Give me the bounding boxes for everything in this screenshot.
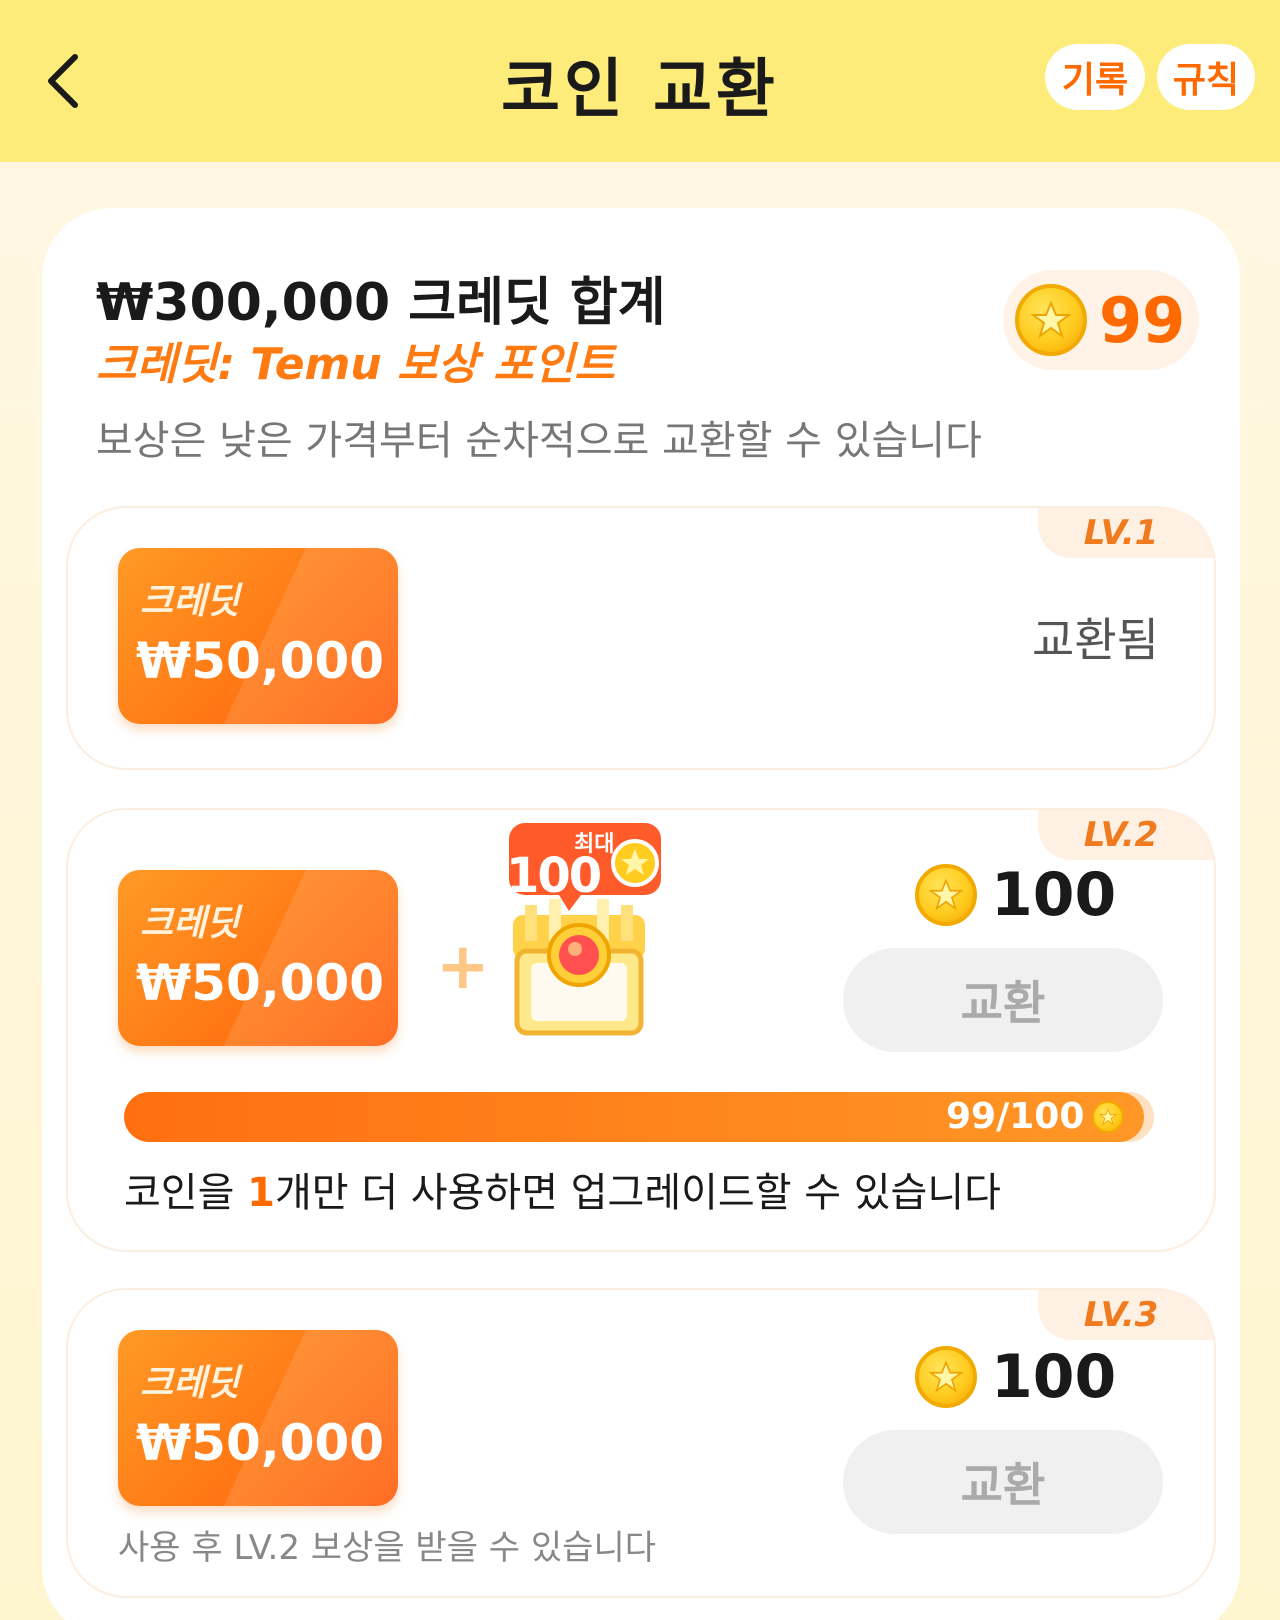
coin-price: 100: [915, 860, 1116, 930]
ticket-amount: ₩50,000: [136, 632, 385, 690]
bonus-amount: 100: [506, 848, 602, 904]
exchange-order-notice: 보상은 낮은 가격부터 순차적으로 교환할 수 있습니다: [96, 418, 982, 464]
exchange-button[interactable]: 교환: [843, 948, 1163, 1052]
upgrade-hint-count: 1: [247, 1170, 275, 1216]
credit-ticket: 크레딧 ₩50,000: [118, 548, 398, 724]
coin-icon: [1015, 284, 1087, 356]
upgrade-hint: 코인을 1개만 더 사용하면 업그레이드할 수 있습니다: [124, 1160, 1001, 1218]
ticket-label: 크레딧: [140, 1363, 240, 1404]
progress-value: 99/100: [946, 1096, 1085, 1137]
credit-subtitle: 크레딧: Temu 보상 포인트: [96, 339, 615, 390]
upgrade-hint-suffix: 개만 더 사용하면 업그레이드할 수 있습니다: [274, 1170, 1001, 1216]
level-tag: LV.2: [1038, 810, 1214, 860]
coin-price-value: 100: [991, 860, 1117, 930]
coin-icon: [1092, 1100, 1125, 1133]
coin-price-value: 100: [991, 1342, 1117, 1412]
plus-icon: +: [436, 930, 490, 1004]
exchange-button[interactable]: 교환: [843, 1430, 1163, 1534]
unlock-note: 사용 후 LV.2 보상을 받을 수 있습니다: [118, 1528, 657, 1568]
ticket-label: 크레딧: [140, 903, 240, 944]
coin-price: 100: [915, 1342, 1116, 1412]
level-tag: LV.1: [1038, 508, 1214, 558]
top-bar: 코인 교환 기록 규칙: [0, 0, 1280, 162]
credit-ticket: 크레딧 ₩50,000: [118, 870, 398, 1046]
coin-icon: [915, 864, 977, 926]
coin-icon: [915, 1346, 977, 1408]
record-button[interactable]: 기록: [1045, 44, 1145, 110]
exchanged-status: 교환됨: [1032, 613, 1159, 667]
level-tag: LV.3: [1038, 1290, 1214, 1340]
ticket-label: 크레딧: [140, 581, 240, 622]
ticket-amount: ₩50,000: [136, 954, 385, 1012]
rules-button[interactable]: 규칙: [1157, 44, 1255, 110]
ticket-amount: ₩50,000: [136, 1414, 385, 1472]
upgrade-hint-prefix: 코인을: [124, 1170, 248, 1216]
total-credit-title: ₩300,000 크레딧 합계: [96, 273, 666, 333]
coin-balance-value: 99: [1099, 283, 1186, 357]
coin-balance: 99: [1003, 270, 1199, 370]
credit-ticket: 크레딧 ₩50,000: [118, 1330, 398, 1506]
progress-label: 99/100: [946, 1096, 1125, 1137]
